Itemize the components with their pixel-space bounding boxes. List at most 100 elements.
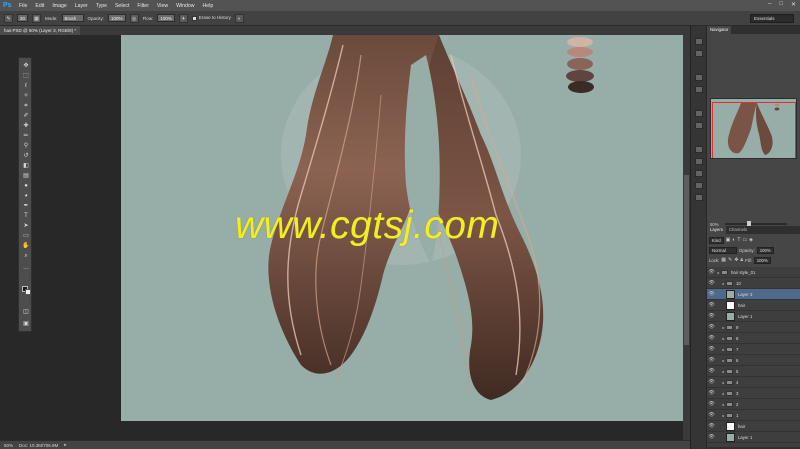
close-icon[interactable]: ✕ — [791, 1, 796, 8]
layer-row[interactable]: 👁︎ ▸ 4 — [707, 377, 800, 388]
menu-layer[interactable]: Layer — [75, 3, 88, 9]
layer-row[interactable]: 👁︎ Layer 1 — [707, 311, 800, 322]
opacity-input[interactable]: 100% — [108, 14, 126, 22]
brush-panel-icon[interactable] — [695, 74, 703, 81]
lasso-tool-icon[interactable]: ℓ — [22, 82, 30, 90]
visibility-eye-icon[interactable]: 👁︎ — [707, 434, 716, 440]
mode-select[interactable]: Brush — [61, 14, 84, 22]
brush-presets-panel-icon[interactable] — [695, 86, 703, 93]
info-panel-icon[interactable] — [695, 158, 703, 165]
layer-thumbnail[interactable] — [726, 432, 735, 442]
document-tab[interactable]: hair.PSD @ 50% (Layer 3, RGB/8) * — [0, 26, 81, 35]
layer-row[interactable]: 👁︎ ▸ 8 — [707, 333, 800, 344]
erase-history-option[interactable]: Erase to History — [191, 15, 231, 21]
layer-thumbnail[interactable] — [726, 311, 735, 321]
actions-panel-icon[interactable] — [695, 146, 703, 153]
zoom-tool-icon[interactable]: ⌕ — [22, 252, 30, 260]
layer-row[interactable]: 👁︎ ▸ 7 — [707, 344, 800, 355]
shape-tool-icon[interactable]: ▭ — [22, 232, 30, 240]
minimize-icon[interactable]: – — [768, 1, 771, 8]
menu-window[interactable]: Window — [176, 3, 194, 9]
lock-all-icon[interactable]: 🔒︎ — [740, 257, 743, 263]
visibility-eye-icon[interactable]: 👁︎ — [707, 324, 716, 330]
eyedropper-tool-icon[interactable]: ✐ — [22, 112, 30, 120]
pressure-size-icon[interactable]: ◐ — [234, 13, 244, 23]
adjustments-panel-icon[interactable] — [695, 194, 703, 201]
history-brush-tool-icon[interactable]: ↺ — [22, 152, 30, 160]
layer-row[interactable]: 👁︎ ▸ 5 — [707, 366, 800, 377]
airbrush-icon[interactable]: ✈ — [178, 13, 188, 23]
clone-stamp-tool-icon[interactable]: ⚲ — [22, 142, 30, 150]
status-arrow-icon[interactable]: ▸ — [64, 442, 66, 448]
menu-filter[interactable]: Filter — [137, 3, 149, 9]
brush-panel-icon[interactable]: ▦ — [32, 13, 42, 23]
layer-row[interactable]: 👁︎ ▸ 1 — [707, 410, 800, 421]
erase-history-checkbox[interactable] — [191, 15, 197, 21]
visibility-eye-icon[interactable]: 👁︎ — [707, 269, 716, 275]
hand-tool-icon[interactable]: ✋ — [22, 242, 30, 250]
blur-tool-icon[interactable]: ● — [22, 182, 30, 190]
visibility-eye-icon[interactable]: 👁︎ — [707, 401, 716, 407]
background-color-swatch[interactable] — [25, 289, 31, 295]
menu-type[interactable]: Type — [96, 3, 107, 9]
visibility-eye-icon[interactable]: 👁︎ — [707, 291, 716, 297]
brush-tool-icon[interactable]: ✏ — [22, 132, 30, 140]
brush-size-picker[interactable]: 30 — [17, 14, 29, 22]
filter-adjustment-icon[interactable]: ◐ — [732, 237, 735, 243]
screen-mode-icon[interactable]: ▣ — [22, 320, 30, 328]
navigator-zoom-slider[interactable] — [725, 221, 787, 227]
visibility-eye-icon[interactable]: 👁︎ — [707, 313, 716, 319]
move-tool-icon[interactable]: ✥ — [22, 62, 30, 70]
workspace-switcher[interactable]: Essentials — [750, 14, 794, 23]
layer-thumbnail[interactable] — [726, 421, 735, 431]
filter-smart-icon[interactable]: ◈ — [749, 237, 753, 243]
blend-mode-select[interactable]: Normal — [709, 246, 737, 254]
swatches-panel-icon[interactable] — [695, 170, 703, 177]
quick-mask-icon[interactable]: ◫ — [22, 308, 30, 316]
visibility-eye-icon[interactable]: 👁︎ — [707, 346, 716, 352]
lock-paint-icon[interactable]: ✎ — [728, 257, 732, 263]
pen-tool-icon[interactable]: ✒ — [22, 202, 30, 210]
healing-brush-tool-icon[interactable]: ✚ — [22, 122, 30, 130]
fill-input[interactable]: 100% — [753, 256, 771, 264]
layer-row[interactable]: 👁︎ ▸ 3 — [707, 388, 800, 399]
marquee-tool-icon[interactable]: ⬚ — [22, 72, 30, 80]
quick-select-tool-icon[interactable]: ✧ — [22, 92, 30, 100]
layer-row[interactable]: 👁︎ ▸ 2 — [707, 399, 800, 410]
eraser-tool-preset-icon[interactable]: ✎ — [4, 13, 13, 23]
tab-layers[interactable]: Layers — [707, 226, 726, 234]
layer-row[interactable]: 👁︎ ▸ hair style_01 — [707, 267, 800, 278]
visibility-eye-icon[interactable]: 👁︎ — [707, 379, 716, 385]
path-select-tool-icon[interactable]: ➤ — [22, 222, 30, 230]
menu-edit[interactable]: Edit — [35, 3, 44, 9]
maximize-icon[interactable]: □ — [779, 1, 783, 8]
visibility-eye-icon[interactable]: 👁︎ — [707, 280, 716, 286]
document-canvas[interactable]: www.cgtsj.com — [121, 35, 683, 421]
filter-pixel-icon[interactable]: ▣ — [726, 237, 731, 243]
menu-help[interactable]: Help — [203, 3, 214, 9]
menu-image[interactable]: Image — [52, 3, 66, 9]
layer-thumbnail[interactable] — [726, 289, 735, 299]
menu-select[interactable]: Select — [115, 3, 129, 9]
layer-kind-filter[interactable]: Kind — [709, 236, 724, 244]
gradient-tool-icon[interactable]: ▤ — [22, 172, 30, 180]
visibility-eye-icon[interactable]: 👁︎ — [707, 368, 716, 374]
layer-row[interactable]: 👁︎ Layer 1 — [707, 432, 800, 443]
zoom-level[interactable]: 50% — [4, 443, 13, 448]
vertical-scrollbar[interactable] — [683, 35, 690, 440]
visibility-eye-icon[interactable]: 👁︎ — [707, 302, 716, 308]
filter-type-icon[interactable]: T — [737, 237, 740, 243]
layer-row[interactable]: 👁︎ ▸ 9 — [707, 322, 800, 333]
layer-row[interactable]: 👁︎ ▸ 10 — [707, 278, 800, 289]
menu-view[interactable]: View — [157, 3, 168, 9]
layer-row[interactable]: 👁︎ Layer 3 — [707, 289, 800, 300]
crop-tool-icon[interactable]: ⌗ — [22, 102, 30, 110]
eraser-tool-icon[interactable]: ◧ — [22, 162, 30, 170]
scrollbar-thumb[interactable] — [684, 175, 689, 345]
lock-position-icon[interactable]: ✥ — [734, 257, 738, 263]
menu-file[interactable]: File — [19, 3, 27, 9]
navigator-thumbnail[interactable] — [710, 98, 797, 159]
tab-navigator[interactable]: Navigator — [707, 26, 732, 34]
filter-shape-icon[interactable]: ▭ — [742, 237, 747, 243]
layer-row[interactable]: 👁︎ ▸ 6 — [707, 355, 800, 366]
